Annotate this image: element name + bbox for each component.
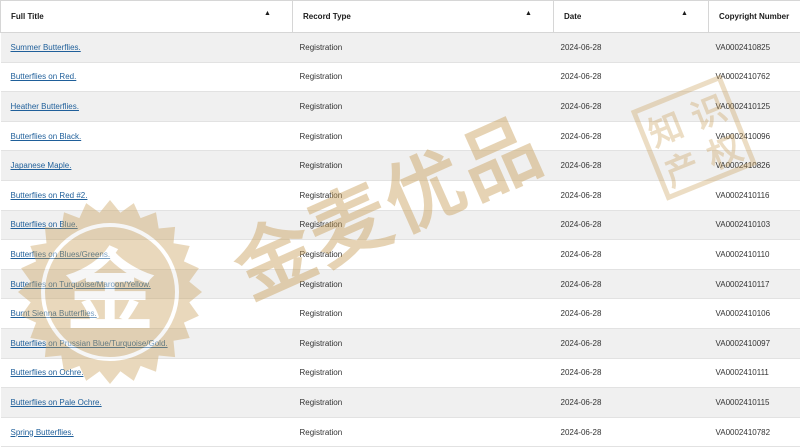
copyright-number-cell: VA0002410117: [709, 269, 800, 299]
title-cell: Butterflies on Turquoise/Maroon/Yellow.: [1, 269, 293, 299]
sort-arrow-icon[interactable]: ▲: [681, 10, 688, 17]
date-cell: 2024-06-28: [554, 92, 709, 122]
copyright-number-cell: VA0002410782: [709, 417, 800, 447]
record-title-link[interactable]: Butterflies on Ochre.: [11, 368, 84, 377]
date-cell: 2024-06-28: [554, 121, 709, 151]
record-type-cell: Registration: [293, 240, 554, 270]
title-cell: Butterflies on Ochre.: [1, 358, 293, 388]
record-type-cell: Registration: [293, 417, 554, 447]
record-title-link[interactable]: Butterflies on Black.: [11, 132, 82, 141]
record-type-cell: Registration: [293, 180, 554, 210]
table-row: Butterflies on Blues/Greens. Registration…: [1, 240, 800, 270]
record-title-link[interactable]: Butterflies on Pale Ochre.: [11, 398, 102, 407]
copyright-number-cell: VA0002410825: [709, 33, 800, 63]
record-type-cell: Registration: [293, 388, 554, 418]
record-title-link[interactable]: Burnt Sienna Butterflies.: [11, 309, 97, 318]
record-type-cell: Registration: [293, 328, 554, 358]
copyright-number-cell: VA0002410111: [709, 358, 800, 388]
column-header-copyright-number: Copyright Number: [709, 1, 800, 33]
record-type-cell: Registration: [293, 92, 554, 122]
table-row: Butterflies on Turquoise/Maroon/Yellow. R…: [1, 269, 800, 299]
sort-arrow-icon[interactable]: ▲: [264, 10, 271, 17]
record-title-link[interactable]: Spring Butterflies.: [11, 428, 74, 437]
date-cell: 2024-06-28: [554, 33, 709, 63]
copyright-records-table: Full Title ▲ Record Type ▲ Date ▲ Copyri…: [0, 0, 800, 447]
copyright-number-cell: VA0002410106: [709, 299, 800, 329]
table-row: Japanese Maple. Registration2024-06-28VA0…: [1, 151, 800, 181]
copyright-number-cell: VA0002410762: [709, 62, 800, 92]
title-cell: Butterflies on Prussian Blue/Turquoise/G…: [1, 328, 293, 358]
copyright-number-cell: VA0002410096: [709, 121, 800, 151]
record-type-cell: Registration: [293, 33, 554, 63]
table-row: Heather Butterflies. Registration2024-06-…: [1, 92, 800, 122]
copyright-number-cell: VA0002410116: [709, 180, 800, 210]
date-cell: 2024-06-28: [554, 180, 709, 210]
record-title-link[interactable]: Japanese Maple.: [11, 161, 72, 170]
record-type-cell: Registration: [293, 151, 554, 181]
date-cell: 2024-06-28: [554, 151, 709, 181]
record-title-link[interactable]: Summer Butterflies.: [11, 43, 81, 52]
record-type-cell: Registration: [293, 121, 554, 151]
date-cell: 2024-06-28: [554, 240, 709, 270]
date-cell: 2024-06-28: [554, 269, 709, 299]
date-cell: 2024-06-28: [554, 358, 709, 388]
title-cell: Butterflies on Blue.: [1, 210, 293, 240]
record-title-link[interactable]: Butterflies on Turquoise/Maroon/Yellow.: [11, 280, 151, 289]
copyright-number-cell: VA0002410097: [709, 328, 800, 358]
column-header-date[interactable]: Date ▲: [554, 1, 709, 33]
table-row: Butterflies on Black. Registration2024-06…: [1, 121, 800, 151]
table-row: Butterflies on Pale Ochre. Registration20…: [1, 388, 800, 418]
table-row: Summer Butterflies. Registration2024-06-2…: [1, 33, 800, 63]
table-header-row: Full Title ▲ Record Type ▲ Date ▲ Copyri…: [1, 1, 800, 33]
record-title-link[interactable]: Butterflies on Blue.: [11, 220, 78, 229]
record-title-link[interactable]: Butterflies on Red.: [11, 72, 77, 81]
record-title-link[interactable]: Heather Butterflies.: [11, 102, 79, 111]
record-title-link[interactable]: Butterflies on Red #2.: [11, 191, 88, 200]
record-type-cell: Registration: [293, 62, 554, 92]
title-cell: Butterflies on Pale Ochre.: [1, 388, 293, 418]
table-row: Burnt Sienna Butterflies. Registration202…: [1, 299, 800, 329]
title-cell: Butterflies on Black.: [1, 121, 293, 151]
table-row: Butterflies on Ochre. Registration2024-06…: [1, 358, 800, 388]
column-label: Copyright Number: [719, 12, 789, 21]
table-row: Butterflies on Prussian Blue/Turquoise/G…: [1, 328, 800, 358]
column-header-record-type[interactable]: Record Type ▲: [293, 1, 554, 33]
copyright-number-cell: VA0002410103: [709, 210, 800, 240]
column-label: Full Title: [11, 12, 44, 21]
copyright-number-cell: VA0002410115: [709, 388, 800, 418]
date-cell: 2024-06-28: [554, 210, 709, 240]
title-cell: Summer Butterflies.: [1, 33, 293, 63]
date-cell: 2024-06-28: [554, 388, 709, 418]
title-cell: Butterflies on Blues/Greens.: [1, 240, 293, 270]
copyright-number-cell: VA0002410826: [709, 151, 800, 181]
title-cell: Butterflies on Red #2.: [1, 180, 293, 210]
title-cell: Butterflies on Red.: [1, 62, 293, 92]
record-type-cell: Registration: [293, 210, 554, 240]
record-type-cell: Registration: [293, 358, 554, 388]
record-type-cell: Registration: [293, 269, 554, 299]
column-header-full-title[interactable]: Full Title ▲: [1, 1, 293, 33]
date-cell: 2024-06-28: [554, 299, 709, 329]
copyright-number-cell: VA0002410125: [709, 92, 800, 122]
table-body: Summer Butterflies.Registration2024-06-2…: [1, 33, 800, 447]
date-cell: 2024-06-28: [554, 328, 709, 358]
date-cell: 2024-06-28: [554, 417, 709, 447]
date-cell: 2024-06-28: [554, 62, 709, 92]
sort-arrow-icon[interactable]: ▲: [525, 10, 532, 17]
column-label: Date: [564, 12, 581, 21]
table-row: Butterflies on Blue. Registration2024-06-…: [1, 210, 800, 240]
record-title-link[interactable]: Butterflies on Blues/Greens.: [11, 250, 111, 259]
title-cell: Heather Butterflies.: [1, 92, 293, 122]
copyright-number-cell: VA0002410110: [709, 240, 800, 270]
title-cell: Spring Butterflies.: [1, 417, 293, 447]
record-type-cell: Registration: [293, 299, 554, 329]
record-title-link[interactable]: Butterflies on Prussian Blue/Turquoise/G…: [11, 339, 168, 348]
table-row: Butterflies on Red. Registration2024-06-2…: [1, 62, 800, 92]
title-cell: Japanese Maple.: [1, 151, 293, 181]
column-label: Record Type: [303, 12, 351, 21]
table-row: Butterflies on Red #2. Registration2024-0…: [1, 180, 800, 210]
title-cell: Burnt Sienna Butterflies.: [1, 299, 293, 329]
table-row: Spring Butterflies. Registration2024-06-2…: [1, 417, 800, 447]
